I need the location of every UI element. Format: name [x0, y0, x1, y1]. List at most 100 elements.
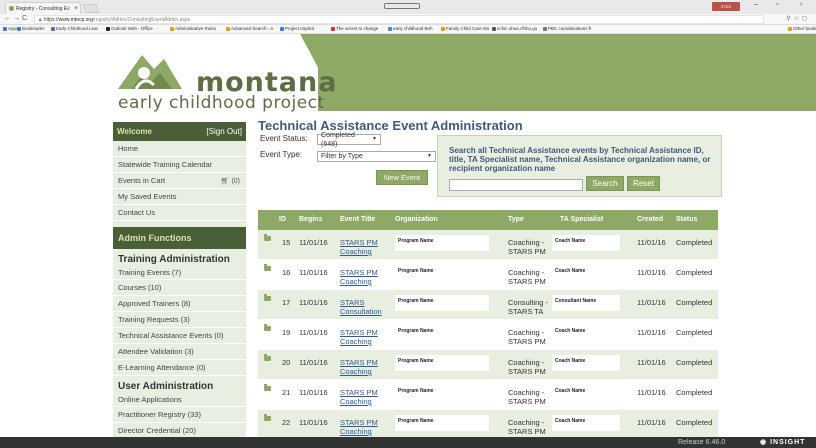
event-title-link[interactable]: STARS PM Coaching	[340, 388, 388, 406]
table-row: 22 11/01/16 STARS PM Coaching Program Name C…	[258, 410, 718, 437]
col-begins[interactable]: Begins	[299, 216, 322, 223]
cell-organization: Program Name	[395, 415, 489, 431]
col-type[interactable]: Type	[508, 216, 524, 223]
cell-type: Coaching - STARS PM	[508, 238, 546, 256]
bookmark-icon	[492, 26, 496, 31]
cell-begins: 11/01/16	[299, 328, 328, 337]
reset-button[interactable]: Reset	[627, 176, 660, 191]
folder-icon[interactable]	[264, 264, 271, 271]
cell-organization: Program Name	[395, 235, 489, 251]
col-ta-specialist[interactable]: TA Specialist	[560, 216, 603, 223]
sidebar-item-training-requests[interactable]: Training Requests (3)	[113, 312, 246, 328]
event-title-link[interactable]: STARS Consultation	[340, 298, 388, 316]
folder-icon[interactable]	[264, 234, 271, 241]
main-content: Technical Assistance Event Administratio…	[258, 118, 728, 197]
window-indicator	[384, 3, 420, 9]
url-field[interactable]: 🔒︎ https://www.mtecp.org/registry/Admin/C…	[34, 15, 764, 24]
folder-icon[interactable]	[264, 384, 271, 391]
cell-organization: Program Name	[395, 385, 489, 401]
bookmark-item[interactable]: Project Implicit	[280, 26, 314, 31]
maximize-icon[interactable]: ▫	[776, 1, 778, 8]
event-status-select[interactable]: Completed (648) ▼	[317, 132, 381, 148]
sidebar-item-approved-trainers[interactable]: Approved Trainers (8)	[113, 296, 246, 312]
event-title-link[interactable]: STARS PM Coaching	[340, 358, 388, 376]
bookmark-item[interactable]: PBC considerations fr	[543, 26, 592, 31]
event-title-link[interactable]: STARS PM Coaching	[340, 328, 388, 346]
sidebar-item-contact[interactable]: Contact Us	[113, 205, 246, 221]
col-organization[interactable]: Organization	[395, 216, 438, 223]
cell-begins: 11/01/16	[299, 298, 328, 307]
bookmark-item[interactable]: The secret to change	[331, 26, 378, 31]
back-icon[interactable]: ←	[4, 15, 11, 22]
user-badge[interactable]: ZTKS	[712, 2, 740, 11]
sidebar-item-calendar[interactable]: Statewide Training Calendar	[113, 157, 246, 173]
sidebar-item-attendee-validation[interactable]: Attendee Validation (3)	[113, 344, 246, 360]
bookmark-icon	[17, 26, 21, 31]
sidebar-item-training-events[interactable]: Training Events (7)	[113, 266, 246, 280]
table-row: 20 11/01/16 STARS PM Coaching Program Name C…	[258, 350, 718, 380]
chevron-down-icon: ▼	[372, 136, 377, 142]
bookmark-item[interactable]: Family Child Care Mo	[441, 26, 489, 31]
folder-icon[interactable]	[264, 294, 271, 301]
cart-icon: 🛒︎	[220, 177, 230, 185]
bookmark-item[interactable]: Bookmarks	[17, 26, 45, 31]
search-button[interactable]: Search	[586, 176, 624, 191]
bookmark-item[interactable]: Early Childhood Lear	[51, 26, 98, 31]
bookmark-item[interactable]: early childhood Beh	[388, 26, 433, 31]
folder-icon[interactable]	[264, 354, 271, 361]
new-event-button[interactable]: New Event	[376, 170, 428, 185]
cell-ta-specialist: Coach Name	[552, 385, 620, 401]
minimize-icon[interactable]: –	[754, 1, 758, 8]
bookmark-item[interactable]: ecfsc.ohua.cfhho.go	[492, 26, 537, 31]
cell-status: Completed	[676, 388, 713, 397]
cell-status: Completed	[676, 268, 713, 277]
event-title-link[interactable]: STARS PM Coaching	[340, 418, 388, 436]
sidebar-item-cart[interactable]: Events in Cart 🛒︎ (0)	[113, 173, 246, 189]
cell-created: 11/01/16	[637, 358, 666, 367]
browser-tab[interactable]: Registry - Consulting Ev ×	[5, 2, 81, 14]
new-tab-button[interactable]	[82, 4, 100, 13]
col-created[interactable]: Created	[637, 216, 663, 223]
event-title-link[interactable]: STARS PM Coaching	[340, 268, 388, 286]
sidebar-item-director-credential[interactable]: Director Credential (20)	[113, 423, 246, 437]
logo-mark-icon	[118, 55, 182, 90]
sidebar-item-saved-events[interactable]: My Saved Events	[113, 189, 246, 205]
close-tab-icon[interactable]: ×	[74, 6, 78, 12]
sign-out-link[interactable]: [Sign Out]	[206, 127, 242, 136]
folder-icon[interactable]	[264, 414, 271, 421]
bookmark-item[interactable]: Advanced Search - A	[226, 26, 273, 31]
sidebar-item-courses[interactable]: Courses (10)	[113, 280, 246, 296]
col-status[interactable]: Status	[676, 216, 697, 223]
bookmark-item[interactable]: Other bookmarks	[788, 26, 816, 31]
reload-icon[interactable]: C	[22, 15, 27, 22]
bookmark-item[interactable]: Administrative Rules	[170, 26, 216, 31]
folder-icon[interactable]	[264, 324, 271, 331]
lock-icon: 🔒︎	[39, 17, 42, 23]
search-input[interactable]	[449, 179, 583, 191]
event-title-link[interactable]: STARS PM Coaching	[340, 238, 388, 256]
bookmark-item[interactable]: Outlook Web - Office	[106, 26, 153, 31]
bookmark-item[interactable]: Apps	[3, 26, 18, 31]
zoom-star-icons[interactable]: ⚲☆◻	[786, 15, 810, 22]
cell-ta-specialist: Coach Name	[552, 235, 620, 251]
forward-icon[interactable]: →	[13, 15, 20, 22]
event-type-label: Event Type:	[260, 150, 303, 159]
sidebar-item-elearning[interactable]: E-Learning Attendance (0)	[113, 360, 246, 376]
col-id[interactable]: ID	[279, 216, 286, 223]
cart-count: (0)	[231, 177, 240, 185]
page: montana early childhood project Welcome …	[0, 34, 816, 437]
footer: Release 6.46.0 ◉ INSIGHT	[0, 437, 816, 448]
release-version: Release 6.46.0	[678, 439, 726, 446]
sidebar-item-practitioner-registry[interactable]: Practitioner Registry (33)	[113, 407, 246, 423]
sidebar-item-ta-events[interactable]: Technical Assistance Events (0)	[113, 328, 246, 344]
cell-type: Coaching - STARS PM	[508, 328, 546, 346]
search-panel: Search all Technical Assistance events b…	[437, 135, 722, 197]
close-window-icon[interactable]: ›	[800, 1, 802, 8]
col-event-title[interactable]: Event Title	[340, 216, 375, 223]
favicon-icon	[9, 6, 14, 11]
sidebar-item-online-applications[interactable]: Online Applications	[113, 393, 246, 407]
event-type-select[interactable]: Filter by Type ▼	[317, 151, 436, 162]
browser-tab-bar: Registry - Consulting Ev × ZTKS – ▫ ›	[0, 0, 816, 14]
sidebar-item-home[interactable]: Home	[113, 141, 246, 157]
table-row: 17 11/01/16 STARS Consultation Program Name…	[258, 290, 718, 320]
